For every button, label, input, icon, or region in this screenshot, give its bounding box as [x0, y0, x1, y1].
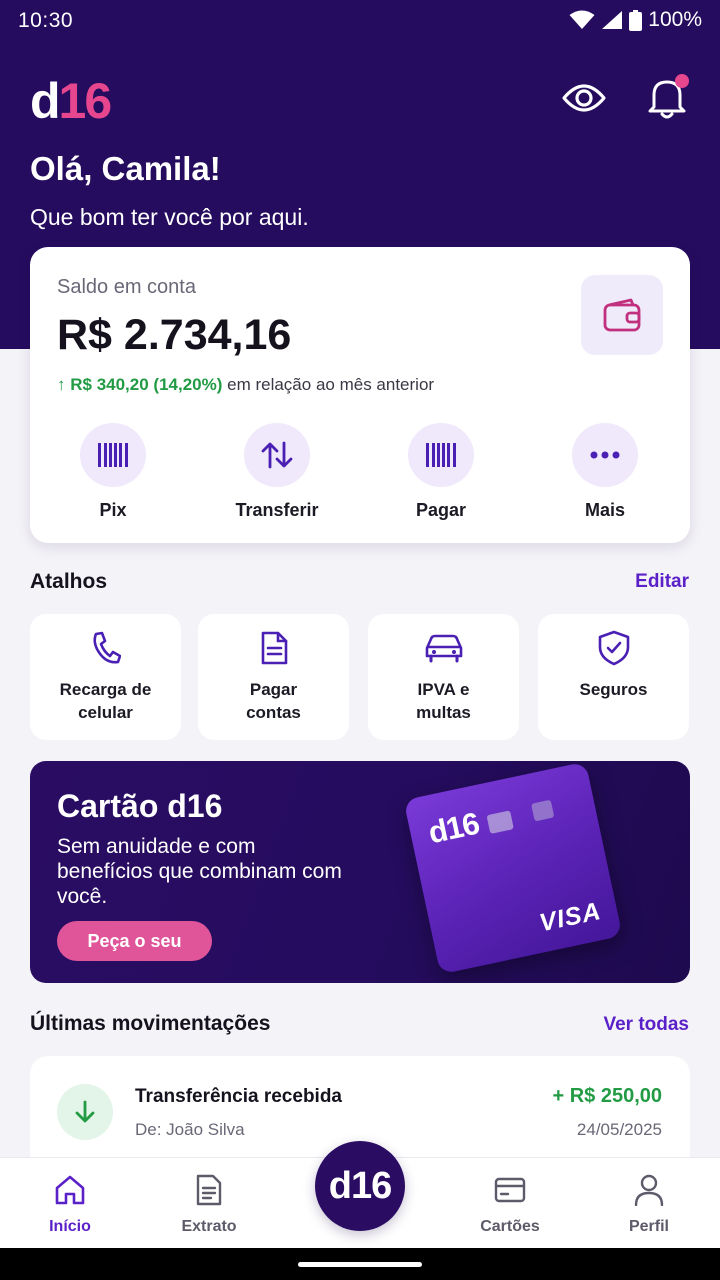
- balance-variation: ↑ R$ 340,20 (14,20%) em relação ao mês a…: [57, 375, 434, 395]
- wallet-icon: [603, 298, 641, 332]
- transactions-title: Últimas movimentações: [30, 1012, 271, 1035]
- user-icon: [634, 1174, 664, 1206]
- shortcut-label: Recarga de: [59, 680, 152, 699]
- more-action-label: Mais: [584, 500, 626, 520]
- transaction-date: 24/05/2025: [576, 1120, 662, 1139]
- pay-action-circle: [408, 423, 474, 487]
- more-dots-icon: [590, 451, 620, 459]
- visa-logo: VISA: [536, 896, 604, 938]
- card-icon: [494, 1177, 526, 1203]
- nav-statement[interactable]: Extrato: [154, 1172, 264, 1236]
- home-icon: [55, 1175, 85, 1205]
- balance-value: R$ 2.734,16: [57, 311, 292, 359]
- signal-icon: [602, 11, 623, 29]
- toggle-balance-visibility-button[interactable]: [561, 80, 607, 116]
- pix-action-button[interactable]: Pix: [53, 423, 173, 521]
- nav-cards[interactable]: Cartões: [455, 1172, 565, 1236]
- greeting-title: Olá, Camila!: [30, 150, 221, 187]
- shortcut-label: multas: [416, 703, 471, 722]
- edit-shortcuts-link[interactable]: Editar: [635, 571, 689, 593]
- arrow-down-icon: [75, 1100, 95, 1123]
- notification-badge: [675, 74, 689, 88]
- contactless-icon: [531, 799, 555, 822]
- shortcuts-title: Atalhos: [30, 570, 108, 593]
- nav-home-label: Início: [49, 1218, 91, 1235]
- transfer-action-label: Transferir: [235, 500, 319, 520]
- shortcut-label: Pagar: [249, 680, 298, 699]
- credit-card-promo-banner[interactable]: Cartão d16 Sem anuidade e com benefícios…: [30, 761, 690, 983]
- balance-card: Saldo em conta R$ 2.734,16 ↑ R$ 340,20 (…: [30, 247, 690, 543]
- card-logo: d16: [425, 805, 482, 851]
- transfer-arrows-icon: [261, 441, 293, 469]
- status-time: 10:30: [18, 9, 74, 32]
- variation-amount: R$ 340,20 (14,20%): [70, 375, 223, 394]
- pix-action-circle: [80, 423, 146, 487]
- phone-icon: [92, 631, 121, 664]
- statement-icon: [196, 1174, 222, 1206]
- variation-text: em relação ao mês anterior: [227, 375, 435, 394]
- battery-level: 100%: [648, 8, 702, 31]
- document-icon: [261, 631, 287, 665]
- more-action-circle: [572, 423, 638, 487]
- pay-action-label: Pagar: [415, 500, 467, 520]
- transaction-subtitle: De: João Silva: [135, 1120, 245, 1139]
- status-bar: 10:30 100%: [0, 0, 720, 44]
- pix-action-label: Pix: [99, 500, 127, 520]
- shortcut-label: Seguros: [579, 680, 648, 699]
- shortcut-phone-recharge[interactable]: Recarga de celular: [30, 614, 181, 740]
- nav-home[interactable]: Início: [15, 1172, 125, 1236]
- home-gesture-handle[interactable]: [298, 1262, 422, 1267]
- shortcut-pay-bills[interactable]: Pagar contas: [198, 614, 349, 740]
- request-card-button[interactable]: Peça o seu: [57, 921, 212, 961]
- shortcut-ipva-fines[interactable]: IPVA e multas: [368, 614, 519, 740]
- center-logo-button[interactable]: d16: [315, 1141, 405, 1231]
- see-all-transactions-link[interactable]: Ver todas: [603, 1014, 689, 1036]
- promo-title: Cartão d16: [57, 788, 223, 824]
- shortcut-label: IPVA e: [417, 680, 470, 699]
- balance-label: Saldo em conta: [57, 276, 196, 298]
- greeting-subtitle: Que bom ter você por aqui.: [30, 204, 309, 230]
- transaction-title: Transferência recebida: [135, 1086, 342, 1107]
- card-chip: [486, 810, 514, 834]
- wifi-icon: [569, 10, 595, 29]
- shortcut-insurance[interactable]: Seguros: [538, 614, 689, 740]
- barcode-icon: [98, 443, 128, 467]
- pay-action-button[interactable]: Pagar: [381, 423, 501, 521]
- nav-profile[interactable]: Perfil: [594, 1172, 704, 1236]
- wallet-button[interactable]: [581, 275, 663, 355]
- arrow-up-icon: ↑: [57, 375, 66, 394]
- transaction-amount: + R$ 250,00: [552, 1085, 662, 1107]
- app-logo: d16: [30, 73, 112, 129]
- battery-icon: [629, 9, 643, 31]
- shortcut-label: celular: [78, 703, 133, 722]
- barcode-icon: [426, 443, 456, 467]
- car-icon: [425, 634, 462, 663]
- status-icons: 100%: [569, 8, 702, 32]
- transfer-action-button[interactable]: Transferir: [217, 423, 337, 521]
- nav-cards-label: Cartões: [480, 1218, 540, 1235]
- credit-card-illustration: d16 VISA: [403, 761, 623, 975]
- nav-statement-label: Extrato: [181, 1218, 237, 1235]
- shortcut-label: contas: [246, 703, 301, 722]
- transfer-action-circle: [244, 423, 310, 487]
- more-action-button[interactable]: Mais: [545, 423, 665, 521]
- eye-icon: [562, 84, 606, 112]
- transaction-type-badge: [57, 1084, 113, 1140]
- promo-text: Sem anuidade e com benefícios que combin…: [57, 835, 342, 908]
- nav-profile-label: Perfil: [628, 1218, 669, 1235]
- shield-check-icon: [598, 630, 629, 666]
